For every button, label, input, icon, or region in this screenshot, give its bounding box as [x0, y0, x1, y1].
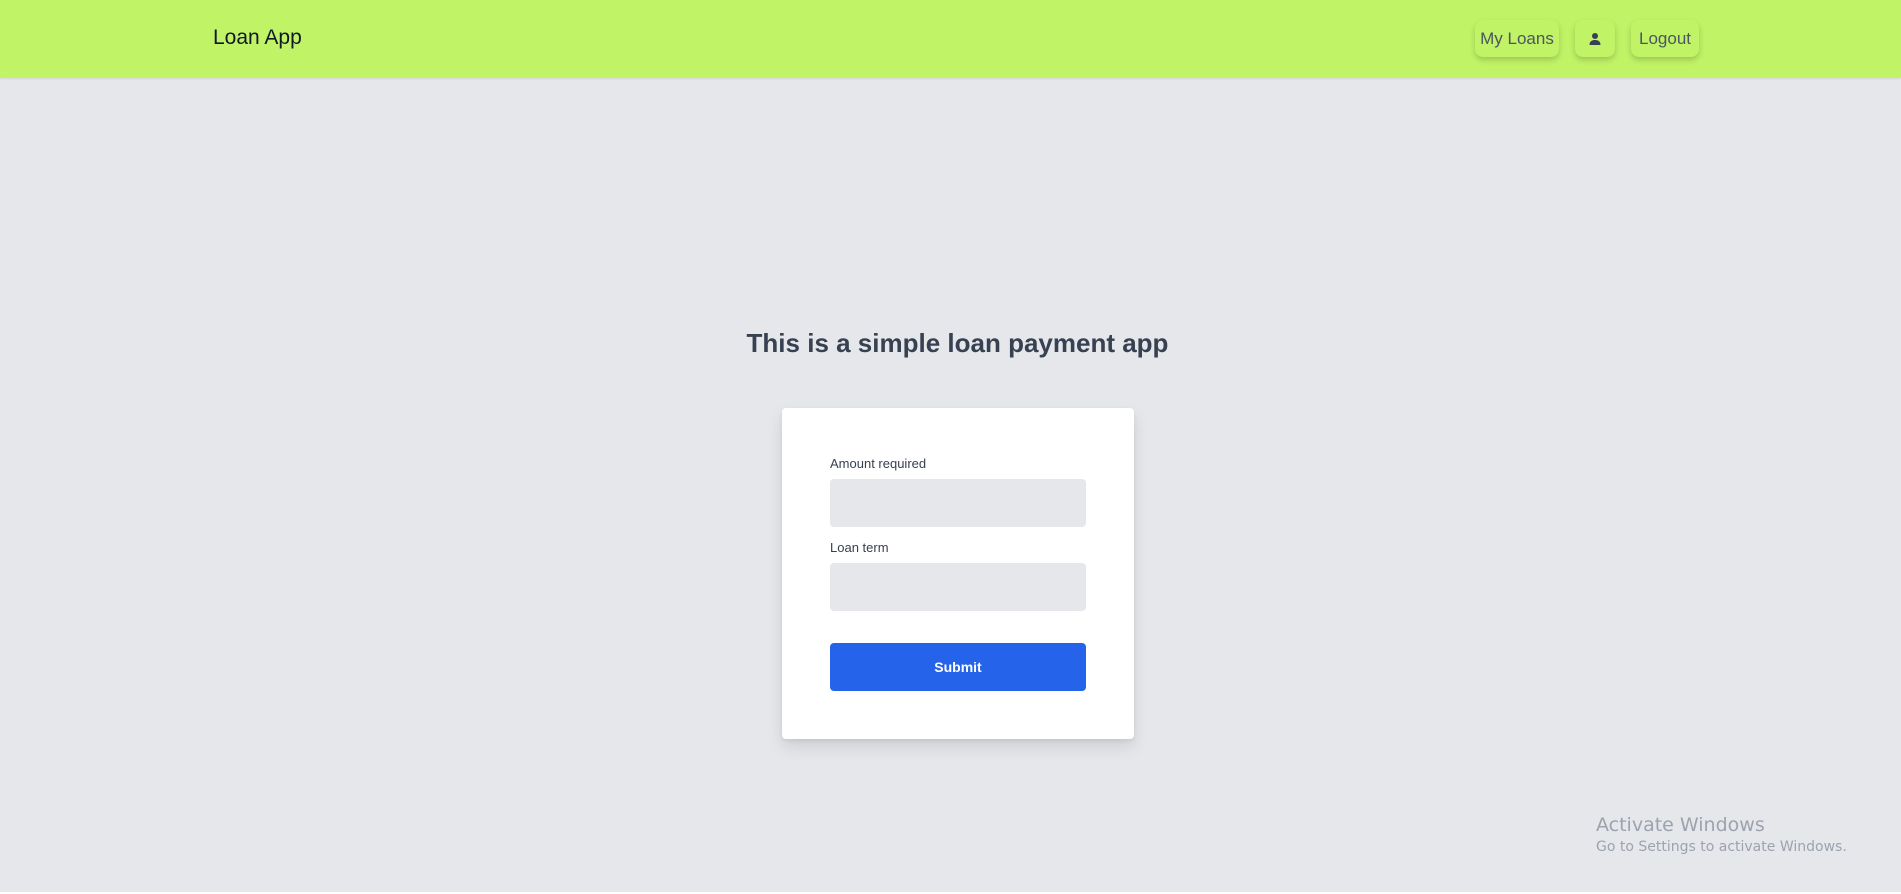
amount-input[interactable]: [830, 479, 1086, 527]
profile-button[interactable]: [1575, 20, 1615, 57]
submit-button[interactable]: Submit: [830, 643, 1086, 691]
navbar: Loan App My Loans Logout: [0, 0, 1901, 78]
my-loans-button[interactable]: My Loans: [1475, 20, 1559, 57]
activate-windows-title: Activate Windows: [1596, 814, 1765, 836]
logout-button[interactable]: Logout: [1631, 20, 1699, 57]
logout-label: Logout: [1639, 28, 1691, 48]
user-icon: [1588, 32, 1602, 46]
my-loans-label: My Loans: [1480, 28, 1554, 48]
activate-windows-subtitle: Go to Settings to activate Windows.: [1596, 839, 1847, 855]
page-title: This is a simple loan payment app: [746, 328, 1169, 358]
activate-windows-watermark: Activate Windows Go to Settings to activ…: [1596, 813, 1847, 857]
loan-form-card: Amount required Loan term Submit: [782, 408, 1134, 739]
loan-term-input[interactable]: [830, 563, 1086, 611]
amount-label: Amount required: [830, 456, 927, 471]
loan-term-label: Loan term: [830, 540, 889, 555]
brand-title[interactable]: Loan App: [213, 26, 302, 50]
